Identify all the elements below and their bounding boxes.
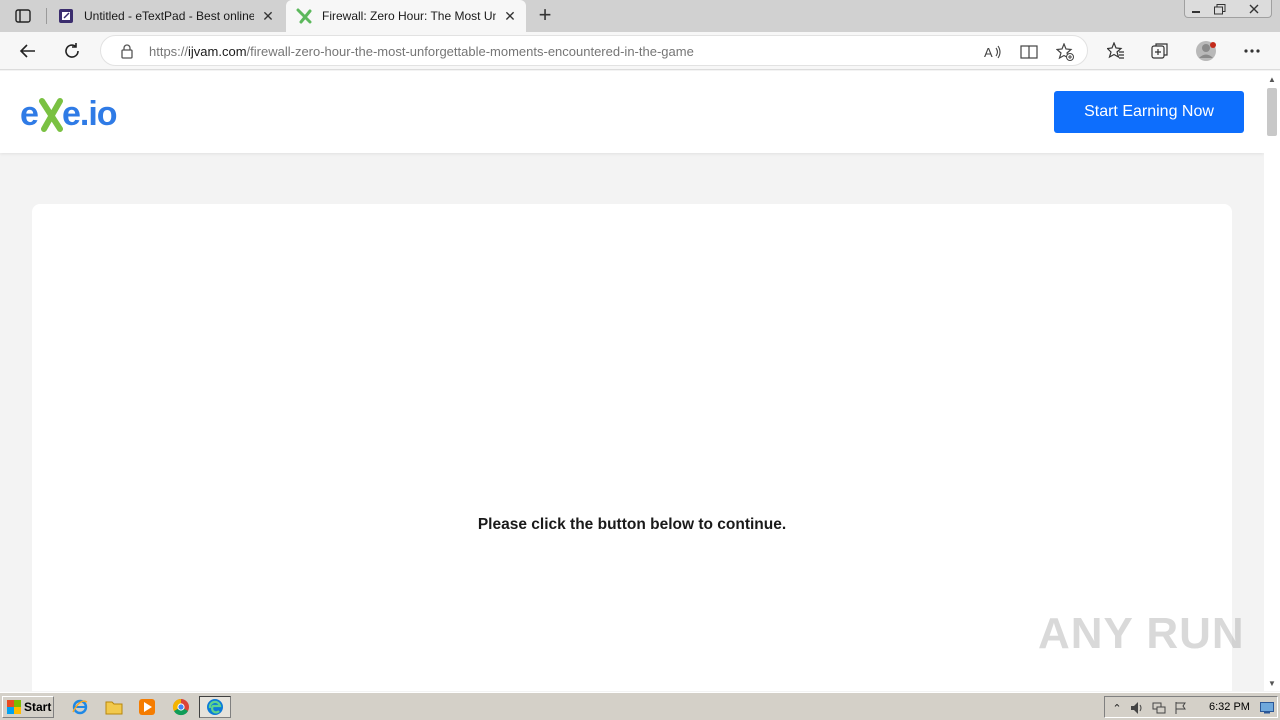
collections-icon[interactable] — [1146, 38, 1174, 64]
url-host: ijvam.com — [188, 44, 247, 59]
anyrun-watermark: ANY RUN — [1038, 609, 1245, 658]
exe-io-logo-image: e e.io — [20, 95, 118, 133]
url-scheme: https:// — [149, 44, 189, 59]
action-center-flag-icon[interactable] — [1173, 700, 1189, 716]
tab-actions-icon[interactable] — [12, 6, 34, 26]
close-tab-icon[interactable]: ✕ — [260, 8, 276, 24]
new-tab-button[interactable]: + — [534, 4, 556, 27]
exe-io-logo[interactable]: e e.io — [20, 89, 124, 135]
tab-etextpad[interactable]: Untitled - eTextPad - Best online N ✕ — [48, 0, 284, 32]
address-bar[interactable]: https://ijvam.com/firewall-zero-hour-the… — [100, 35, 1088, 66]
scroll-down-arrow-icon[interactable]: ▼ — [1264, 675, 1280, 691]
start-label: Start — [24, 700, 52, 714]
start-button[interactable]: Start — [2, 696, 54, 718]
url-path: /firewall-zero-hour-the-most-unforgettab… — [246, 44, 694, 59]
windows-taskbar: Start ⌃ 6:32 PM — [0, 692, 1280, 720]
network-icon[interactable] — [1151, 700, 1167, 716]
lock-icon[interactable] — [119, 43, 135, 59]
windows-logo-icon — [7, 700, 21, 714]
refresh-button[interactable] — [58, 38, 86, 64]
show-desktop-icon[interactable] — [1259, 700, 1275, 716]
browser-tab-strip: Untitled - eTextPad - Best online N ✕ Fi… — [0, 0, 1280, 32]
scroll-up-arrow-icon[interactable]: ▲ — [1264, 71, 1280, 87]
restore-window-button[interactable] — [1208, 0, 1232, 18]
system-tray: ⌃ 6:32 PM — [1104, 696, 1278, 718]
page-viewport: e e.io Start Earning Now Please click th… — [0, 71, 1264, 691]
tab-separator — [46, 8, 47, 24]
scrollbar-thumb[interactable] — [1267, 88, 1277, 136]
internet-explorer-icon[interactable] — [70, 697, 90, 717]
volume-icon[interactable] — [1129, 700, 1145, 716]
edge-icon[interactable] — [205, 697, 225, 717]
media-player-icon[interactable] — [137, 697, 157, 717]
chrome-icon[interactable] — [171, 697, 191, 717]
immersive-reader-icon[interactable] — [1019, 42, 1039, 62]
vertical-scrollbar[interactable]: ▲ ▼ — [1264, 71, 1280, 691]
svg-text:e.io: e.io — [62, 95, 117, 133]
favorites-icon[interactable] — [1102, 38, 1130, 64]
svg-text:A: A — [984, 45, 993, 60]
site-header: e e.io Start Earning Now — [0, 71, 1264, 153]
exe-io-icon — [296, 8, 312, 24]
url-text[interactable]: https://ijvam.com/firewall-zero-hour-the… — [149, 44, 694, 59]
settings-more-icon[interactable] — [1238, 38, 1266, 64]
file-explorer-icon[interactable] — [104, 697, 124, 717]
show-hidden-icons-icon[interactable]: ⌃ — [1109, 700, 1125, 716]
close-tab-icon[interactable]: ✕ — [502, 8, 518, 24]
tab-title: Firewall: Zero Hour: The Most Un — [322, 9, 496, 23]
tab-firewall[interactable]: Firewall: Zero Hour: The Most Un ✕ — [286, 0, 526, 32]
svg-text:e: e — [20, 95, 38, 133]
read-aloud-icon[interactable]: A — [983, 42, 1003, 62]
etextpad-icon — [58, 8, 74, 24]
add-favorite-icon[interactable] — [1055, 42, 1075, 62]
continue-message: Please click the button below to continu… — [477, 516, 787, 533]
browser-toolbar: https://ijvam.com/firewall-zero-hour-the… — [0, 32, 1280, 70]
close-window-button[interactable] — [1236, 0, 1272, 18]
tab-title: Untitled - eTextPad - Best online N — [84, 9, 254, 23]
back-button[interactable] — [14, 38, 42, 64]
profile-avatar[interactable] — [1192, 38, 1220, 64]
system-clock[interactable]: 6:32 PM — [1209, 701, 1250, 713]
start-earning-button[interactable]: Start Earning Now — [1054, 91, 1244, 133]
minimize-window-button[interactable] — [1184, 0, 1208, 18]
